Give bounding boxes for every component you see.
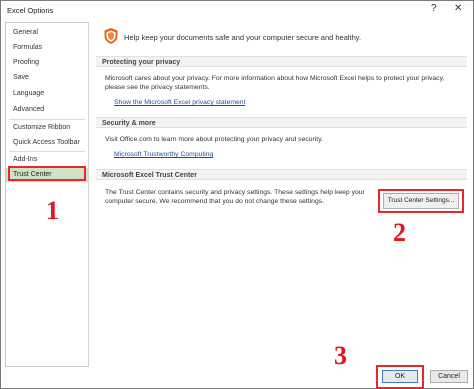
trustworthy-computing-link[interactable]: Microsoft Trustworthy Computing (114, 151, 213, 158)
sidebar-divider (9, 119, 85, 120)
privacy-text-line1: Microsoft cares about your privacy. For … (105, 75, 445, 82)
step-number-2: 2 (393, 218, 406, 247)
privacy-text-line2: please see the privacy statements. (105, 84, 210, 91)
sidebar-item-proofing[interactable]: Proofing (6, 56, 88, 70)
cancel-button[interactable]: Cancel (430, 370, 468, 383)
step-number-3: 3 (334, 341, 347, 370)
sidebar-divider (9, 151, 85, 152)
privacy-statement-link[interactable]: Show the Microsoft Excel privacy stateme… (114, 99, 245, 106)
shield-icon (104, 28, 118, 44)
sidebar-item-formulas[interactable]: Formulas (6, 41, 88, 55)
trust-center-text-line1: The Trust Center contains security and p… (105, 189, 365, 196)
trust-center-text-line2: computer secure. We recommend that you d… (105, 198, 325, 205)
sidebar-item-quick-access-toolbar[interactable]: Quick Access Toolbar (6, 136, 88, 150)
highlight-box-trust-center (8, 166, 86, 181)
help-icon[interactable]: ? (431, 3, 437, 14)
section-header-security: Security & more (96, 117, 467, 128)
sidebar-item-advanced[interactable]: Advanced (6, 103, 88, 117)
excel-options-dialog: Excel Options ? ✕ General Formulas Proof… (0, 0, 474, 389)
highlight-box-settings-button (378, 189, 464, 213)
title-bar: Excel Options ? ✕ (1, 1, 473, 19)
security-text: Visit Office.com to learn more about pro… (105, 136, 323, 143)
sidebar-item-language[interactable]: Language (6, 87, 88, 101)
sidebar-item-general[interactable]: General (6, 26, 88, 40)
sidebar-item-customize-ribbon[interactable]: Customize Ribbon (6, 121, 88, 135)
panel-headline: Help keep your documents safe and your c… (124, 33, 362, 42)
close-icon[interactable]: ✕ (454, 3, 462, 14)
highlight-box-ok-button (376, 365, 424, 389)
section-header-privacy: Protecting your privacy (96, 56, 467, 67)
sidebar-item-save[interactable]: Save (6, 71, 88, 85)
options-sidebar: General Formulas Proofing Save Language … (5, 22, 89, 367)
window-title: Excel Options (7, 6, 54, 15)
trust-center-panel: Help keep your documents safe and your c… (91, 22, 467, 365)
step-number-1: 1 (46, 196, 59, 225)
section-header-trust-center: Microsoft Excel Trust Center (96, 169, 467, 180)
sidebar-item-add-ins[interactable]: Add-Ins (6, 153, 88, 167)
